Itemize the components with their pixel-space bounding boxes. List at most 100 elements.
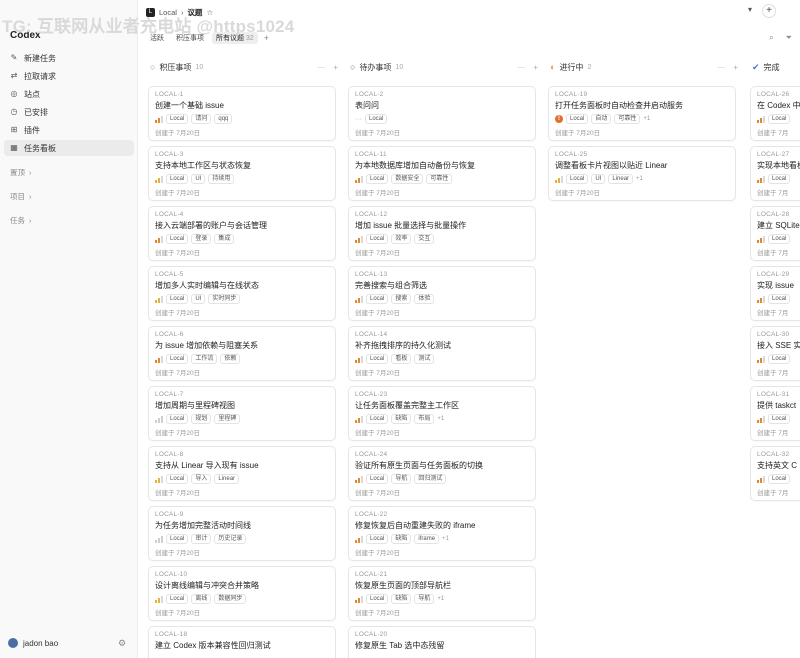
issue-card[interactable]: LOCAL-4 接入云端部署的账户与会话管理 Local 登录 集成 创建于 7月20日: [148, 206, 336, 261]
sidebar-section-tasks[interactable]: 任务 ›: [10, 215, 32, 226]
sidebar-item[interactable]: ◎ 站点: [4, 86, 134, 102]
issue-card[interactable]: LOCAL-10 设计离线编辑与冲突合并策略 Local 离线 数据同步 创建于 7月20…: [148, 566, 336, 621]
label-tag: Local: [166, 474, 189, 484]
issue-title: 完善搜索与组合筛选: [355, 281, 427, 290]
sidebar-nav: ✎ 新建任务 ⇄ 拉取请求 ◎ 站点 ◷ 已安排 ⊞ 插件 ▦ 任务看板: [4, 50, 134, 158]
issue-title: 支持本地工作区与状态恢复: [155, 161, 251, 170]
issue-id: LOCAL-1: [155, 91, 184, 98]
issue-card[interactable]: LOCAL-2 表问问 ··· Local 创建于 7月20日: [348, 86, 536, 141]
issue-title: 为 issue 增加依赖与阻塞关系: [155, 341, 259, 350]
issue-card[interactable]: LOCAL-19 打开任务面板时自动检查并启动服务! Local 自动 可靠性 +1 创建于…: [548, 86, 736, 141]
card-meta: Local 数据安全 可靠性: [355, 174, 529, 184]
label-tag: 持续用: [208, 174, 235, 184]
search-icon[interactable]: ⌕: [769, 33, 773, 43]
issue-title: 修复恢复后自动重建失败的 iframe: [355, 521, 476, 530]
sidebar-item[interactable]: ⇄ 拉取请求: [4, 68, 134, 84]
column-count: 2: [587, 63, 592, 71]
issue-title: 打开任务面板时自动检查并启动服务: [555, 101, 683, 110]
issue-card[interactable]: LOCAL-9 为任务增加完整活动时间线 Local 审计 历史记录 创建于 7月20日: [148, 506, 336, 561]
more-icon[interactable]: ···: [317, 63, 325, 72]
issue-card[interactable]: LOCAL-1 创建一个基础 issue Local 请问 qqq 创建于 7月20日: [148, 86, 336, 141]
sidebar-section-projects[interactable]: 项目 ›: [10, 191, 32, 202]
issue-title: 为本地数据库增加自动备份与恢复: [355, 161, 475, 170]
add-card-icon[interactable]: +: [733, 63, 738, 72]
issue-card[interactable]: LOCAL-12 增加 issue 批量选择与批量操作 Local 效率 交互 创建于 7…: [348, 206, 536, 261]
issue-card[interactable]: LOCAL-11 为本地数据库增加自动备份与恢复 Local 数据安全 可靠性 创建于 7…: [348, 146, 536, 201]
issue-card[interactable]: LOCAL-32 支持英文 C Local 创建于 7月: [750, 446, 800, 501]
issue-card[interactable]: LOCAL-24 验证所有原生页面与任务面板的切换 Local 导航 回归测试 创建于 7…: [348, 446, 536, 501]
issue-card[interactable]: LOCAL-31 提供 taskct Local 创建于 7月: [750, 386, 800, 441]
sidebar-item[interactable]: ◷ 已安排: [4, 104, 134, 120]
issue-card[interactable]: LOCAL-5 增加多人实时编辑与在线状态 Local UI 实时同步 创建于 7月20日: [148, 266, 336, 321]
issue-card[interactable]: LOCAL-30 接入 SSE 实 Local 创建于 7月: [750, 326, 800, 381]
sidebar-item[interactable]: ✎ 新建任务: [4, 50, 134, 66]
issue-id: LOCAL-23: [355, 391, 388, 398]
issue-id: LOCAL-22: [355, 511, 388, 518]
label-tag: Linear: [608, 174, 634, 184]
issue-card[interactable]: LOCAL-8 支持从 Linear 导入现有 issue Local 导入 Linea…: [148, 446, 336, 501]
priority-icon: [155, 175, 163, 183]
issue-card[interactable]: LOCAL-21 恢复原生页面的顶部导航栏 Local 缺陷 导航 +1 创建于 7月20日: [348, 566, 536, 621]
issue-card[interactable]: LOCAL-6 为 issue 增加依赖与阻塞关系 Local 工作流 依赖 创建于 7月…: [148, 326, 336, 381]
issue-card[interactable]: LOCAL-18 建立 Codex 版本兼容性回归测试: [148, 626, 336, 658]
column-count: 10: [195, 63, 204, 71]
sidebar-item[interactable]: ▦ 任务看板: [4, 140, 134, 156]
label-tag: qqq: [214, 114, 233, 124]
user-name: jadon bao: [23, 638, 59, 648]
user-profile[interactable]: jadon bao: [8, 638, 58, 648]
issue-card[interactable]: LOCAL-26 在 Codex 中 Local 创建于 7月: [750, 86, 800, 141]
more-icon[interactable]: ···: [517, 63, 525, 72]
card-meta: ··· Local: [355, 114, 529, 124]
issue-card[interactable]: LOCAL-13 完善搜索与组合筛选 Local 搜索 体验 创建于 7月20日: [348, 266, 536, 321]
label-tag: Local: [366, 234, 389, 244]
issue-card[interactable]: LOCAL-25 调整看板卡片视图以贴近 Linear Local UI Linear +…: [548, 146, 736, 201]
label-tag: UI: [191, 294, 206, 304]
no-priority-icon: ···: [355, 115, 362, 123]
issue-card[interactable]: LOCAL-27 实现本地看板 Local 创建于 7月: [750, 146, 800, 201]
add-card-icon[interactable]: +: [533, 63, 538, 72]
dropdown-chevron-icon[interactable]: ▾: [748, 5, 752, 14]
issue-title: 让任务面板覆盖完整主工作区: [355, 401, 459, 410]
label-tag: UI: [591, 174, 606, 184]
filter-icon[interactable]: ⏷: [786, 33, 792, 43]
settings-icon[interactable]: ⚙: [118, 638, 126, 649]
label-tag: Local: [166, 414, 189, 424]
label-tag: Local: [768, 174, 791, 184]
new-issue-button[interactable]: +: [762, 4, 776, 18]
created-date: 创建于 7月20日: [355, 190, 401, 197]
add-card-icon[interactable]: +: [333, 63, 338, 72]
issue-title: 在 Codex 中: [757, 101, 800, 110]
issue-id: LOCAL-21: [355, 571, 388, 578]
issue-card[interactable]: LOCAL-23 让任务面板覆盖完整主工作区 Local 缺陷 布局 +1 创建于 7月20…: [348, 386, 536, 441]
urgent-priority-icon: !: [555, 115, 563, 123]
label-tag: Linear: [214, 474, 240, 484]
issue-card[interactable]: LOCAL-7 增加周期与里程碑视图 Local 规划 里程碑 创建于 7月20日: [148, 386, 336, 441]
created-date: 创建于 7月20日: [155, 250, 201, 257]
card-meta: Local 审计 历史记录: [155, 534, 329, 544]
label-tag: 测试: [414, 354, 435, 364]
created-date: 创建于 7月20日: [555, 190, 601, 197]
label-tag: 规划: [191, 414, 212, 424]
issue-card[interactable]: LOCAL-22 修复恢复后自动重建失败的 iframe Local 缺陷 iframe…: [348, 506, 536, 561]
sidebar-item[interactable]: ⊞ 插件: [4, 122, 134, 138]
column-header: ✔完成···+: [750, 56, 800, 78]
priority-icon: [757, 295, 765, 303]
issue-card[interactable]: LOCAL-14 补齐拖拽排序的持久化测试 Local 看板 测试 创建于 7月20日: [348, 326, 536, 381]
created-date: 创建于 7月20日: [155, 310, 201, 317]
sidebar-section-pinned[interactable]: 置顶 ›: [10, 167, 32, 178]
sidebar-item-label: 拉取请求: [24, 71, 56, 81]
card-meta: Local 导航 回归测试: [355, 474, 529, 484]
issue-card[interactable]: LOCAL-20 修复原生 Tab 选中态残留: [348, 626, 536, 658]
label-tag: Local: [366, 414, 389, 424]
card-meta: ! Local 自动 可靠性 +1: [555, 114, 729, 124]
issue-title: 实现 issue: [757, 281, 794, 290]
issue-title: 为任务增加完整活动时间线: [155, 521, 251, 530]
issue-card[interactable]: LOCAL-29 实现 issue Local 创建于 7月: [750, 266, 800, 321]
issue-card[interactable]: LOCAL-3 支持本地工作区与状态恢复 Local UI 持续用 创建于 7月20日: [148, 146, 336, 201]
label-tag: Local: [366, 354, 389, 364]
more-icon[interactable]: ···: [717, 63, 725, 72]
label-tag: 导航: [414, 594, 435, 604]
issue-card[interactable]: LOCAL-28 建立 SQLite Local 创建于 7月: [750, 206, 800, 261]
column-header: ◐ 进行中 2 ··· +: [548, 56, 742, 78]
issue-title: 创建一个基础 issue: [155, 101, 224, 110]
